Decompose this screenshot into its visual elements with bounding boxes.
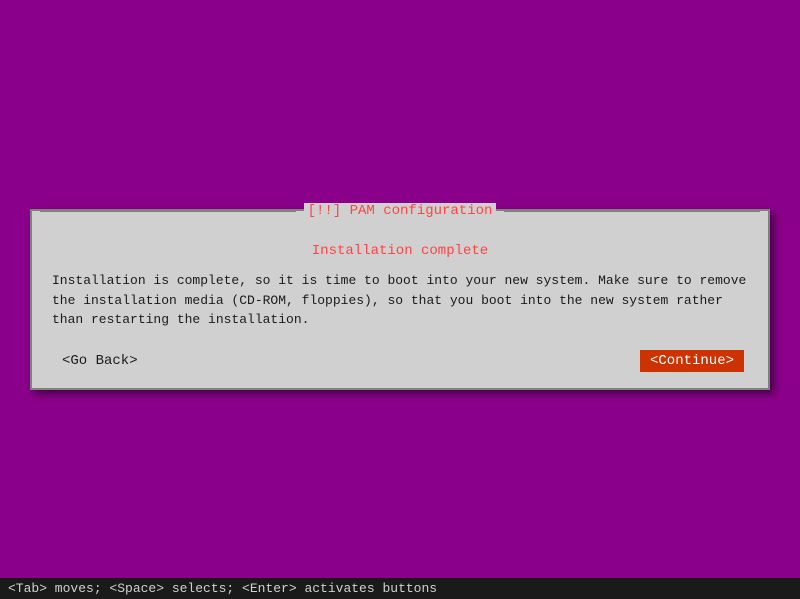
status-bar: <Tab> moves; <Space> selects; <Enter> ac… <box>0 578 800 599</box>
dialog-title: [!!] PAM configuration <box>304 203 497 219</box>
go-back-button[interactable]: <Go Back> <box>56 351 144 371</box>
status-bar-text: <Tab> moves; <Space> selects; <Enter> ac… <box>8 581 437 596</box>
installation-complete-label: Installation complete <box>52 243 748 259</box>
title-line-left <box>40 210 296 212</box>
dialog-buttons: <Go Back> <Continue> <box>52 350 748 372</box>
dialog-box: [!!] PAM configuration Installation comp… <box>30 209 770 390</box>
title-line-right <box>504 210 760 212</box>
continue-button[interactable]: <Continue> <box>640 350 744 372</box>
dialog-content: Installation complete Installation is co… <box>32 235 768 388</box>
title-bar: [!!] PAM configuration <box>32 199 768 223</box>
dialog-body-text: Installation is complete, so it is time … <box>52 271 748 330</box>
